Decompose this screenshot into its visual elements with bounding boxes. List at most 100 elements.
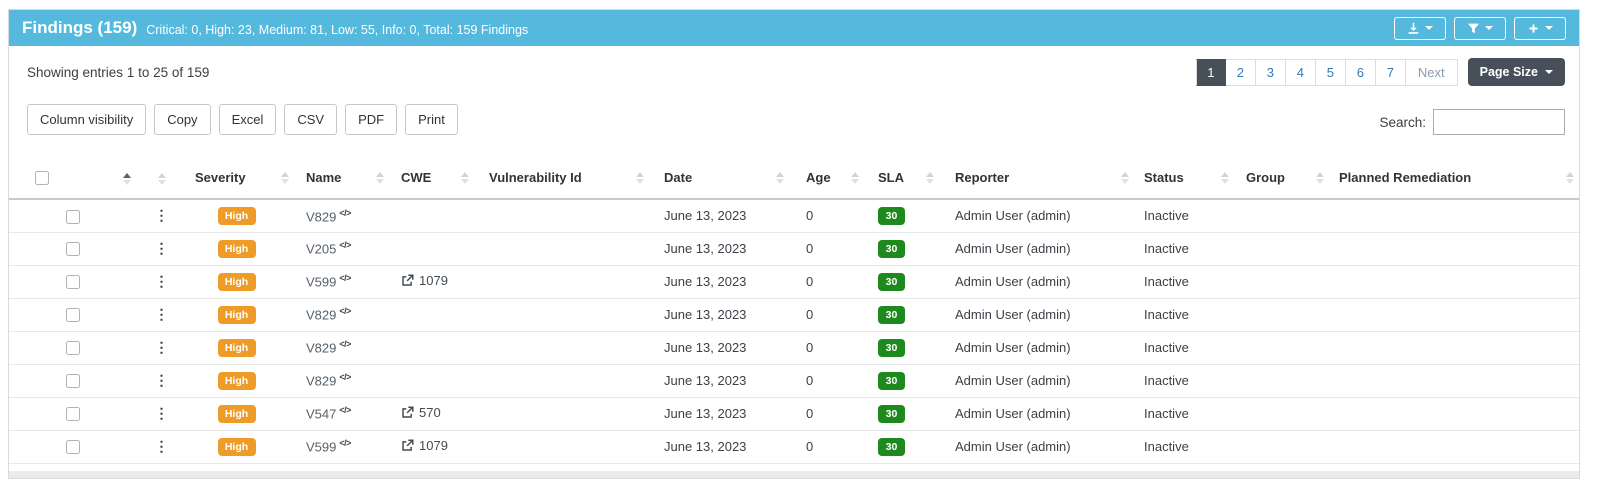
finding-date: June 13, 2023 bbox=[664, 373, 746, 388]
showing-entries-text: Showing entries 1 to 25 of 159 bbox=[27, 65, 209, 80]
row-select-checkbox[interactable] bbox=[66, 242, 80, 256]
finding-name-link[interactable]: V829 bbox=[306, 374, 336, 389]
finding-row: ⋮HighV829</>June 13, 2023030Admin User (… bbox=[9, 199, 1579, 232]
pagination-page-3[interactable]: 3 bbox=[1256, 59, 1286, 86]
finding-name-link[interactable]: V829 bbox=[306, 308, 336, 323]
sort-asc-icon bbox=[123, 173, 131, 185]
column-visibility-button[interactable]: Column visibility bbox=[27, 104, 146, 135]
kebab-menu-icon[interactable]: ⋮ bbox=[155, 207, 169, 223]
column-header-vulnerability-id[interactable]: Vulnerability Id bbox=[474, 157, 649, 199]
sort-icon bbox=[776, 172, 784, 184]
print-button[interactable]: Print bbox=[405, 104, 458, 135]
row-select-checkbox[interactable] bbox=[66, 407, 80, 421]
copy-button[interactable]: Copy bbox=[154, 104, 210, 135]
finding-status: Inactive bbox=[1144, 274, 1189, 289]
severity-badge: High bbox=[218, 240, 256, 258]
sla-badge: 30 bbox=[878, 339, 905, 357]
finding-name-link[interactable]: V829 bbox=[306, 209, 336, 224]
finding-name-link[interactable]: V205 bbox=[306, 242, 336, 257]
pagination-page-7[interactable]: 7 bbox=[1376, 59, 1406, 86]
kebab-menu-icon[interactable]: ⋮ bbox=[155, 339, 169, 355]
row-select-checkbox[interactable] bbox=[66, 341, 80, 355]
pagination-page-5[interactable]: 5 bbox=[1316, 59, 1346, 86]
kebab-menu-icon[interactable]: ⋮ bbox=[155, 240, 169, 256]
finding-date: June 13, 2023 bbox=[664, 406, 746, 421]
cwe-number: 1079 bbox=[419, 438, 448, 453]
finding-date: June 13, 2023 bbox=[664, 439, 746, 454]
cwe-link[interactable]: 1079 bbox=[401, 438, 448, 453]
column-header-date[interactable]: Date bbox=[649, 157, 789, 199]
severity-badge: High bbox=[218, 339, 256, 357]
sla-badge: 30 bbox=[878, 240, 905, 258]
pagination-page-6[interactable]: 6 bbox=[1346, 59, 1376, 86]
column-header-id[interactable] bbox=[109, 157, 144, 199]
filter-dropdown-button[interactable] bbox=[1454, 17, 1506, 40]
pagination-page-2[interactable]: 2 bbox=[1226, 59, 1256, 86]
code-icon: </> bbox=[339, 273, 351, 283]
caret-down-icon bbox=[1425, 26, 1433, 30]
finding-name-link[interactable]: V599 bbox=[306, 440, 336, 455]
panel-header: Findings (159) Critical: 0, High: 23, Me… bbox=[9, 10, 1579, 46]
finding-date: June 13, 2023 bbox=[664, 241, 746, 256]
finding-status: Inactive bbox=[1144, 340, 1189, 355]
column-header-cwe[interactable]: CWE bbox=[389, 157, 474, 199]
filter-icon bbox=[1467, 22, 1480, 35]
row-select-checkbox[interactable] bbox=[66, 308, 80, 322]
kebab-menu-icon[interactable]: ⋮ bbox=[155, 438, 169, 454]
finding-age: 0 bbox=[806, 274, 813, 289]
column-header-select bbox=[9, 157, 109, 199]
pdf-button[interactable]: PDF bbox=[345, 104, 397, 135]
pagination-next[interactable]: Next bbox=[1406, 59, 1458, 86]
row-select-checkbox[interactable] bbox=[66, 440, 80, 454]
select-all-checkbox[interactable] bbox=[35, 171, 49, 185]
download-dropdown-button[interactable] bbox=[1394, 17, 1446, 40]
code-icon: </> bbox=[339, 372, 351, 382]
finding-status: Inactive bbox=[1144, 406, 1189, 421]
plus-icon bbox=[1527, 22, 1540, 35]
finding-name-link[interactable]: V547 bbox=[306, 407, 336, 422]
row-select-checkbox[interactable] bbox=[66, 374, 80, 388]
kebab-menu-icon[interactable]: ⋮ bbox=[155, 405, 169, 421]
finding-row: ⋮HighV829</>June 13, 2023030Admin User (… bbox=[9, 364, 1579, 397]
excel-button[interactable]: Excel bbox=[219, 104, 277, 135]
kebab-menu-icon[interactable]: ⋮ bbox=[155, 306, 169, 322]
finding-age: 0 bbox=[806, 406, 813, 421]
column-header-actions[interactable] bbox=[144, 157, 179, 199]
external-link-icon bbox=[401, 406, 414, 419]
sort-icon bbox=[636, 172, 644, 184]
column-header-group[interactable]: Group bbox=[1234, 157, 1329, 199]
row-select-checkbox[interactable] bbox=[66, 275, 80, 289]
external-link-icon bbox=[401, 439, 414, 452]
finding-date: June 13, 2023 bbox=[664, 340, 746, 355]
add-dropdown-button[interactable] bbox=[1514, 17, 1566, 40]
page-size-button[interactable]: Page Size bbox=[1468, 58, 1565, 86]
finding-name-link[interactable]: V829 bbox=[306, 341, 336, 356]
sort-icon bbox=[926, 172, 934, 184]
pagination-page-4[interactable]: 4 bbox=[1286, 59, 1316, 86]
column-header-sla[interactable]: SLA bbox=[864, 157, 939, 199]
kebab-menu-icon[interactable]: ⋮ bbox=[155, 372, 169, 388]
csv-button[interactable]: CSV bbox=[284, 104, 337, 135]
finding-reporter: Admin User (admin) bbox=[955, 307, 1071, 322]
cwe-link[interactable]: 570 bbox=[401, 405, 441, 420]
sla-badge: 30 bbox=[878, 372, 905, 390]
column-header-planned-remediation[interactable]: Planned Remediation bbox=[1329, 157, 1579, 199]
column-header-reporter[interactable]: Reporter bbox=[939, 157, 1134, 199]
kebab-menu-icon[interactable]: ⋮ bbox=[155, 273, 169, 289]
finding-age: 0 bbox=[806, 241, 813, 256]
finding-name-link[interactable]: V599 bbox=[306, 275, 336, 290]
search-input[interactable] bbox=[1433, 109, 1565, 135]
severity-badge: High bbox=[218, 438, 256, 456]
page-title: Findings (159) bbox=[22, 18, 137, 38]
row-select-checkbox[interactable] bbox=[66, 210, 80, 224]
entries-pagination-row: Showing entries 1 to 25 of 159 1234567Ne… bbox=[9, 46, 1579, 86]
finding-reporter: Admin User (admin) bbox=[955, 241, 1071, 256]
column-header-severity[interactable]: Severity bbox=[179, 157, 294, 199]
sort-icon bbox=[1566, 172, 1574, 184]
column-header-age[interactable]: Age bbox=[789, 157, 864, 199]
pagination-page-1[interactable]: 1 bbox=[1196, 59, 1226, 86]
column-header-status[interactable]: Status bbox=[1134, 157, 1234, 199]
sort-icon bbox=[461, 172, 469, 184]
cwe-link[interactable]: 1079 bbox=[401, 273, 448, 288]
column-header-name[interactable]: Name bbox=[294, 157, 389, 199]
